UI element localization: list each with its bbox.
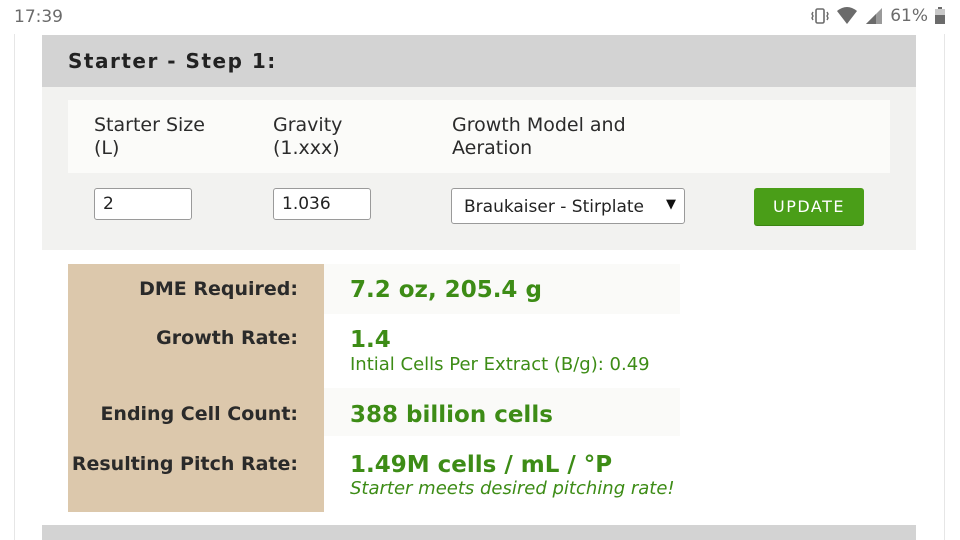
next-section-header [42,525,916,540]
gravity-input[interactable] [273,188,371,220]
ending-cell-count-label: Ending Cell Count: [100,403,298,425]
gravity-label: Gravity (1.xxx) [273,114,343,159]
status-icons: 61% [810,6,946,26]
step-header: Starter - Step 1: [42,35,916,88]
growth-rate-label: Growth Rate: [156,327,298,349]
dme-required-label: DME Required: [139,278,298,300]
growth-model-select[interactable]: Braukaiser - Stirplate ▼ [451,188,685,224]
wifi-icon [836,6,858,26]
step-title: Starter - Step 1: [68,49,277,73]
page-edge-right [944,34,945,540]
starter-size-label: Starter Size (L) [94,114,205,159]
battery-percent: 61% [890,6,928,26]
status-time: 17:39 [14,7,63,27]
update-button[interactable]: UPDATE [754,188,864,225]
cell-signal-icon [864,6,884,26]
pitch-rate-value: 1.49M cells / mL / °P [350,452,613,478]
growth-model-selected: Braukaiser - Stirplate [464,197,645,217]
growth-rate-value: 1.4 [350,327,391,353]
dropdown-arrow-icon: ▼ [666,197,676,212]
growth-model-label: Growth Model and Aeration [452,114,626,159]
status-bar: 17:39 61% [0,0,960,34]
input-labels-row: Starter Size (L) Gravity (1.xxx) Growth … [68,100,890,173]
starter-input-panel: Starter Size (L) Gravity (1.xxx) Growth … [42,87,916,250]
results-label-column: DME Required: Growth Rate: Ending Cell C… [68,264,324,512]
page-edge-left [14,34,15,540]
initial-cells-per-extract: Intial Cells Per Extract (B/g): 0.49 [350,354,650,375]
ending-cell-count-value: 388 billion cells [350,402,553,428]
pitch-rate-note: Starter meets desired pitching rate! [350,478,675,499]
vibrate-icon [810,6,830,26]
battery-icon [934,6,946,26]
dme-required-value: 7.2 oz, 205.4 g [350,277,542,303]
starter-size-input[interactable] [94,188,192,220]
pitch-rate-label: Resulting Pitch Rate: [71,453,298,475]
